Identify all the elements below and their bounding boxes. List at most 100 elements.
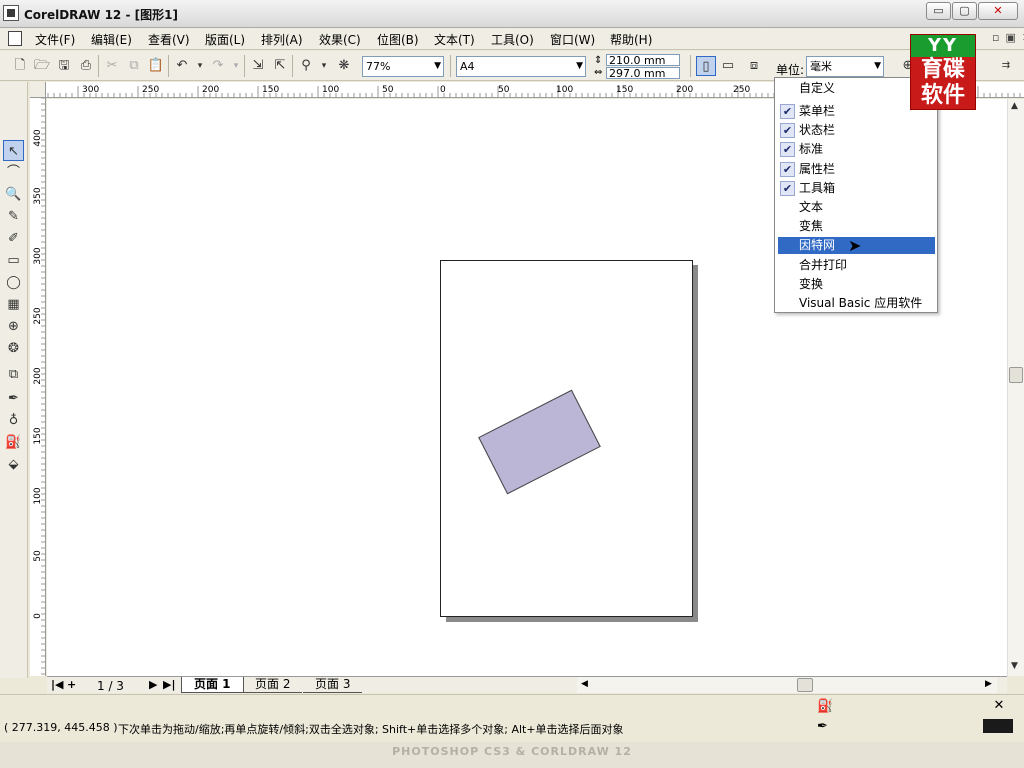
page-navigator: |◀ + 1 / 3 ▶ ▶| 页面 1 页面 2 页面 3 ◀ ▶	[47, 676, 1007, 693]
zoom-level-select[interactable]: 77% ▼	[362, 56, 444, 77]
outline-tool-icon[interactable]: ♁	[3, 410, 24, 431]
launcher-dropdown-icon[interactable]: ▾	[314, 56, 334, 76]
import-icon[interactable]: ⇲	[248, 56, 268, 76]
export-icon[interactable]: ⇱	[270, 56, 290, 76]
menu-layout[interactable]: 版面(L)	[205, 31, 245, 48]
menu-help[interactable]: 帮助(H)	[610, 31, 652, 48]
ellipse-tool-icon[interactable]: ◯	[3, 272, 24, 293]
cut-icon[interactable]: ✂	[102, 56, 122, 76]
interactive-fill-tool-icon[interactable]: ⬙	[3, 454, 24, 475]
duplicate-distance-icon[interactable]: ⇉	[996, 56, 1016, 76]
basic-shapes-tool-icon[interactable]: ⊕	[3, 316, 24, 337]
scroll-up-icon[interactable]: ▲	[1011, 101, 1018, 111]
menu-bitmaps[interactable]: 位图(B)	[377, 31, 419, 48]
unit-select[interactable]: 毫米 ▼	[806, 56, 884, 77]
copy-icon[interactable]: ⧉	[124, 56, 144, 76]
coreldraw-app-icon[interactable]	[3, 5, 19, 21]
zoom-tool-icon[interactable]: 🔍	[3, 184, 24, 205]
menu-text[interactable]: 文本(T)	[434, 31, 475, 48]
vertical-scroll-thumb[interactable]	[1009, 367, 1023, 383]
interactive-blend-tool-icon[interactable]: ⧉	[3, 364, 24, 385]
menu-view[interactable]: 查看(V)	[148, 31, 190, 48]
fill-bucket-icon[interactable]: ⛽	[817, 699, 833, 714]
redo-icon[interactable]: ↷	[208, 56, 228, 76]
outline-pen-icon[interactable]: ✒	[817, 719, 828, 734]
redo-dropdown-icon[interactable]: ▾	[226, 56, 246, 76]
smart-fill-tool-icon[interactable]: ✐	[3, 228, 24, 249]
menu-file[interactable]: 文件(F)	[35, 31, 75, 48]
open-icon[interactable]: 🗁	[32, 56, 52, 76]
page-layout-icon[interactable]: ⧈	[744, 56, 764, 76]
print-icon[interactable]: ⎙	[76, 56, 96, 76]
scroll-left-icon[interactable]: ◀	[581, 679, 588, 689]
horizontal-scroll-thumb[interactable]	[797, 678, 813, 692]
minimize-button[interactable]: ▭	[926, 2, 951, 20]
ruler-label: 250	[142, 85, 159, 95]
maximize-button[interactable]: ▢	[952, 2, 977, 20]
rectangle-tool-icon[interactable]: ▭	[3, 250, 24, 271]
new-document-icon[interactable]: 🗋	[10, 56, 30, 76]
checkmark-icon: ✔	[780, 161, 795, 177]
no-fill-swatch[interactable]: ✕	[985, 699, 1013, 713]
pick-tool-icon[interactable]: ↖	[3, 140, 24, 161]
first-page-button[interactable]: |◀	[51, 678, 63, 691]
ruler-label: 50	[382, 85, 394, 95]
freehand-tool-icon[interactable]: ✎	[3, 206, 24, 227]
menu-effects[interactable]: 效果(C)	[319, 31, 361, 48]
menu-window[interactable]: 窗口(W)	[550, 31, 595, 48]
portrait-orientation-icon[interactable]: ▯	[696, 56, 716, 76]
paper-height-field[interactable]: 297.0 mm	[606, 67, 680, 80]
menu-item-toolbar[interactable]: 变换	[778, 276, 935, 293]
shape-tool-icon[interactable]: ⌒	[3, 162, 24, 183]
vertical-ruler[interactable]: 400 350 300 250 200 150 100 50 0	[30, 98, 46, 676]
ruler-origin[interactable]	[30, 82, 46, 98]
outline-color-swatch[interactable]	[983, 719, 1013, 733]
undo-dropdown-icon[interactable]: ▾	[190, 56, 210, 76]
toolbar-separator	[690, 55, 691, 77]
undo-icon[interactable]: ↶	[172, 56, 192, 76]
fill-tool-icon[interactable]: ⛽	[3, 432, 24, 453]
menu-item-toolbar[interactable]: ✔ 工具箱	[778, 180, 935, 197]
menu-item-toolbar[interactable]: 变焦	[778, 218, 935, 235]
menu-item-toolbar[interactable]: ✔ 状态栏	[778, 122, 935, 139]
tab-page-1[interactable]: 页面 1	[181, 677, 244, 693]
menu-edit[interactable]: 编辑(E)	[91, 31, 132, 48]
menu-item-toolbar[interactable]: ✔ 标准	[778, 141, 935, 158]
checkmark-icon: ✔	[780, 180, 795, 196]
menu-item-label: 属性栏	[799, 161, 836, 176]
ruler-label: 50	[33, 550, 43, 562]
scroll-down-icon[interactable]: ▼	[1011, 661, 1018, 671]
close-button[interactable]: ✕	[978, 2, 1018, 20]
vertical-scrollbar[interactable]: ▲ ▼	[1007, 99, 1024, 676]
text-tool-icon[interactable]: ❂	[3, 338, 24, 359]
menu-item-toolbar[interactable]: Visual Basic 应用软件	[778, 295, 935, 312]
landscape-orientation-icon[interactable]: ▭	[718, 56, 738, 76]
menu-tools[interactable]: 工具(O)	[491, 31, 534, 48]
document-icon[interactable]	[8, 31, 22, 46]
corel-online-icon[interactable]: ❋	[334, 56, 354, 76]
unit-value: 毫米	[810, 60, 832, 73]
toolbar-separator	[168, 55, 169, 77]
menu-item-toolbar[interactable]: ✔ 属性栏	[778, 161, 935, 178]
paper-size-select[interactable]: A4 ▼	[456, 56, 586, 77]
chevron-down-icon: ▼	[434, 61, 441, 71]
horizontal-scrollbar[interactable]: ◀ ▶	[577, 677, 997, 693]
polygon-tool-icon[interactable]: ▦	[3, 294, 24, 315]
menu-item-toolbar[interactable]: 文本	[778, 199, 935, 216]
scroll-right-icon[interactable]: ▶	[985, 679, 992, 689]
add-page-button[interactable]: +	[67, 678, 76, 691]
save-icon[interactable]: 🖫	[54, 56, 74, 76]
cursor-coordinates: ( 277.319, 445.458 )	[4, 721, 118, 734]
paper-width-field[interactable]: 210.0 mm	[606, 54, 680, 67]
ruler-label: 400	[33, 129, 43, 146]
paste-icon[interactable]: 📋	[146, 56, 166, 76]
menu-item-toolbar[interactable]: 合并打印	[778, 257, 935, 274]
last-page-button[interactable]: ▶|	[163, 678, 175, 691]
tab-page-3[interactable]: 页面 3	[303, 677, 363, 693]
eyedropper-tool-icon[interactable]: ✒	[3, 388, 24, 409]
application-launcher-icon[interactable]: ⚲	[296, 56, 316, 76]
next-page-button[interactable]: ▶	[149, 678, 157, 691]
document-window-controls[interactable]: ▫▣✕	[992, 31, 1024, 44]
menu-arrange[interactable]: 排列(A)	[261, 31, 303, 48]
tab-page-2[interactable]: 页面 2	[243, 677, 303, 693]
